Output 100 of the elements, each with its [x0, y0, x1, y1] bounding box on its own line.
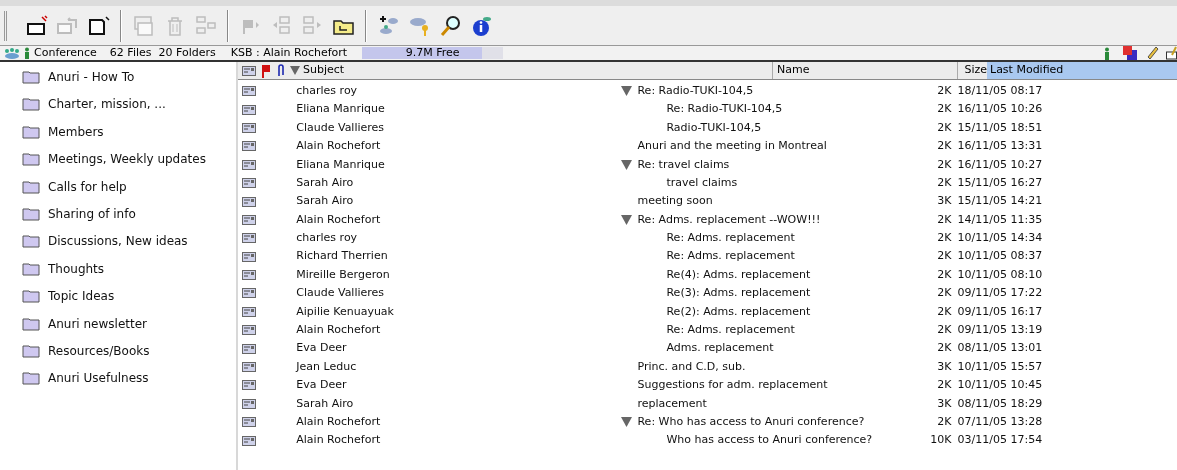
- folder-icon: [22, 97, 40, 112]
- message-icon: [242, 325, 256, 336]
- person-icon: [23, 47, 31, 59]
- message-icon: [242, 122, 256, 133]
- overlapping-squares-icon: [1122, 46, 1138, 60]
- disclosure-triangle-icon[interactable]: [621, 417, 633, 428]
- folder-item[interactable]: Anuri - How To: [22, 68, 236, 86]
- message-icon: [242, 288, 256, 299]
- folders-count: 20 Folders: [158, 44, 216, 61]
- sender-text: Claude Vallieres: [296, 120, 385, 134]
- folder-item[interactable]: Anuri newsletter: [22, 314, 236, 333]
- sender-text: Eva Deer: [296, 378, 347, 392]
- page-icon: [86, 13, 111, 38]
- subject-text: Re: travel claims: [637, 156, 730, 173]
- message-row[interactable]: Mireille Bergeron Re(4): Adms. replacement 2K 10/11/05 08:10: [238, 265, 1177, 285]
- size-text: 2K: [936, 377, 952, 394]
- date-text: 09/11/05 17:22: [957, 285, 1043, 302]
- folder-item[interactable]: Charter, mission, ...: [22, 95, 236, 114]
- date-text: 15/11/05 18:51: [957, 119, 1043, 136]
- folder-item[interactable]: Meetings, Weekly updates: [22, 150, 236, 169]
- folder-item[interactable]: Resources/Books: [22, 341, 236, 360]
- message-row[interactable]: Eliana Manrique Re: Radio-TUKI-104,5 2K 16/11/05 10:26: [238, 100, 1177, 119]
- message-icon: [242, 380, 256, 391]
- message-row[interactable]: Sarah Airo replacement 3K 08/11/05 18:29: [238, 394, 1177, 414]
- sender-text: Alain Rochefort: [296, 212, 381, 226]
- message-row[interactable]: Alain Rochefort Who has access to Anuri conference? 10K 03/11/05 17:54: [238, 431, 1177, 450]
- column-header-cell[interactable]: Last Modified: [987, 62, 1177, 79]
- message-row[interactable]: Eliana Manrique Re: travel claims 2K 16/11/05 10:27: [238, 155, 1177, 174]
- sender-text: Richard Therrien: [296, 249, 388, 263]
- date-text: 10/11/05 10:45: [957, 377, 1043, 394]
- search-icon: [438, 13, 463, 38]
- subject-text: Anuri and the meeting in Montreal: [637, 138, 827, 155]
- size-text: 2K: [936, 174, 952, 191]
- size-text: 2K: [936, 230, 952, 247]
- disclosure-triangle-icon[interactable]: [621, 86, 633, 97]
- date-text: 09/11/05 16:17: [957, 303, 1043, 320]
- message-row[interactable]: Claude Vallieres Re(3): Adms. replacement 2K 09/11/05 17:22: [238, 284, 1177, 303]
- size-text: 2K: [936, 340, 952, 357]
- folder-item[interactable]: Discussions, New ideas: [22, 232, 236, 251]
- date-text: 15/11/05 16:27: [957, 174, 1043, 191]
- message-icon: [242, 159, 256, 170]
- date-text: 18/11/05 08:17: [957, 82, 1043, 99]
- size-text: 2K: [936, 248, 952, 265]
- subject-text: Re: Adms. replacement: [666, 230, 795, 247]
- date-text: 16/11/05 10:26: [957, 101, 1043, 118]
- sender-text: Alain Rochefort: [296, 323, 381, 336]
- sender-text: Eliana Manrique: [296, 102, 385, 116]
- message-icon: [242, 398, 256, 409]
- message-row[interactable]: Jean Leduc Princ. and C.D, sub. 3K 10/11/05 15:57: [238, 357, 1177, 377]
- folder-item[interactable]: Thoughts: [22, 259, 236, 278]
- subject-text: Adms. replacement: [666, 340, 774, 357]
- size-text: 2K: [936, 303, 952, 320]
- subject-text: Re: Radio-TUKI-104,5: [666, 101, 783, 118]
- size-text: 10K: [929, 432, 952, 449]
- date-text: 10/11/05 14:34: [957, 230, 1043, 247]
- flag-icon: [261, 63, 271, 78]
- sender-text: Claude Vallieres: [296, 286, 385, 300]
- message-row[interactable]: Alain Rochefort Re: Adms. replacement 2K 09/11/05 13:19: [238, 321, 1177, 340]
- message-row[interactable]: Claude Vallieres Radio-TUKI-104,5 2K 15/11/05 18:51: [238, 118, 1177, 138]
- message-icon: [242, 233, 256, 244]
- subject-text: Re: Adms. replacement: [666, 322, 795, 338]
- date-text: 16/11/05 10:27: [957, 156, 1043, 173]
- disclosure-triangle-icon[interactable]: [621, 159, 633, 170]
- message-row[interactable]: charles roy Re: Radio-TUKI-104,5 2K 18/11/05 08:17: [238, 82, 1177, 101]
- subject-text: Radio-TUKI-104,5: [666, 119, 762, 136]
- message-row[interactable]: Alain Rochefort Anuri and the meeting in Montreal 2K 16/11/05 13:31: [238, 137, 1177, 156]
- sender-text: Alain Rochefort: [296, 139, 381, 153]
- subject-text: meeting soon: [637, 193, 713, 210]
- message-row[interactable]: Eva Deer Suggestions for adm. replacement 2K 10/11/05 10:45: [238, 376, 1177, 395]
- sort-triangle-icon[interactable]: [290, 66, 300, 75]
- message-row[interactable]: Sarah Airo meeting soon 3K 15/11/05 14:21: [238, 192, 1177, 211]
- message-row[interactable]: Richard Therrien Re: Adms. replacement 2K 10/11/05 08:37: [238, 247, 1177, 266]
- subject-text: Re: Radio-TUKI-104,5: [637, 82, 754, 99]
- message-icon: [242, 86, 256, 97]
- message-icon: [242, 435, 256, 446]
- subject-text: travel claims: [666, 174, 738, 191]
- message-row[interactable]: Eva Deer Adms. replacement 2K 08/11/05 13:01: [238, 339, 1177, 358]
- message-row[interactable]: Aipilie Kenuayuak Re(2): Adms. replacement 2K 09/11/05 16:17: [238, 302, 1177, 322]
- message-icon: [242, 65, 256, 76]
- message-row[interactable]: Alain Rochefort Re: Adms. replacement --WOW!!! 2K 14/11/05 11:35: [238, 210, 1177, 230]
- folder-item[interactable]: Anuri Usefulness: [22, 369, 236, 388]
- folder-item[interactable]: Sharing of info: [22, 204, 236, 223]
- size-text: 2K: [936, 413, 952, 430]
- subject-text: Princ. and C.D, sub.: [637, 358, 746, 375]
- disclosure-triangle-icon[interactable]: [621, 214, 633, 225]
- folder-item[interactable]: Topic Ideas: [22, 287, 236, 306]
- size-text: 2K: [936, 266, 952, 283]
- folder-item[interactable]: Calls for help: [22, 177, 236, 196]
- date-text: 16/11/05 13:31: [957, 138, 1043, 155]
- message-icon: [242, 104, 256, 115]
- folder-icon: [22, 316, 40, 331]
- date-text: 03/11/05 17:54: [957, 432, 1043, 449]
- column-header-cell[interactable]: Size: [957, 62, 987, 79]
- message-row[interactable]: Alain Rochefort Re: Who has access to Anuri conference? 2K 07/11/05 13:28: [238, 413, 1177, 432]
- message-row[interactable]: charles roy Re: Adms. replacement 2K 10/11/05 14:34: [238, 229, 1177, 248]
- folder-icon: [22, 289, 40, 304]
- message-row[interactable]: Sarah Airo travel claims 2K 15/11/05 16:27: [238, 173, 1177, 193]
- date-text: 09/11/05 13:19: [957, 322, 1043, 338]
- folder-item[interactable]: Members: [22, 122, 236, 141]
- subject-text: Re(3): Adms. replacement: [666, 285, 811, 302]
